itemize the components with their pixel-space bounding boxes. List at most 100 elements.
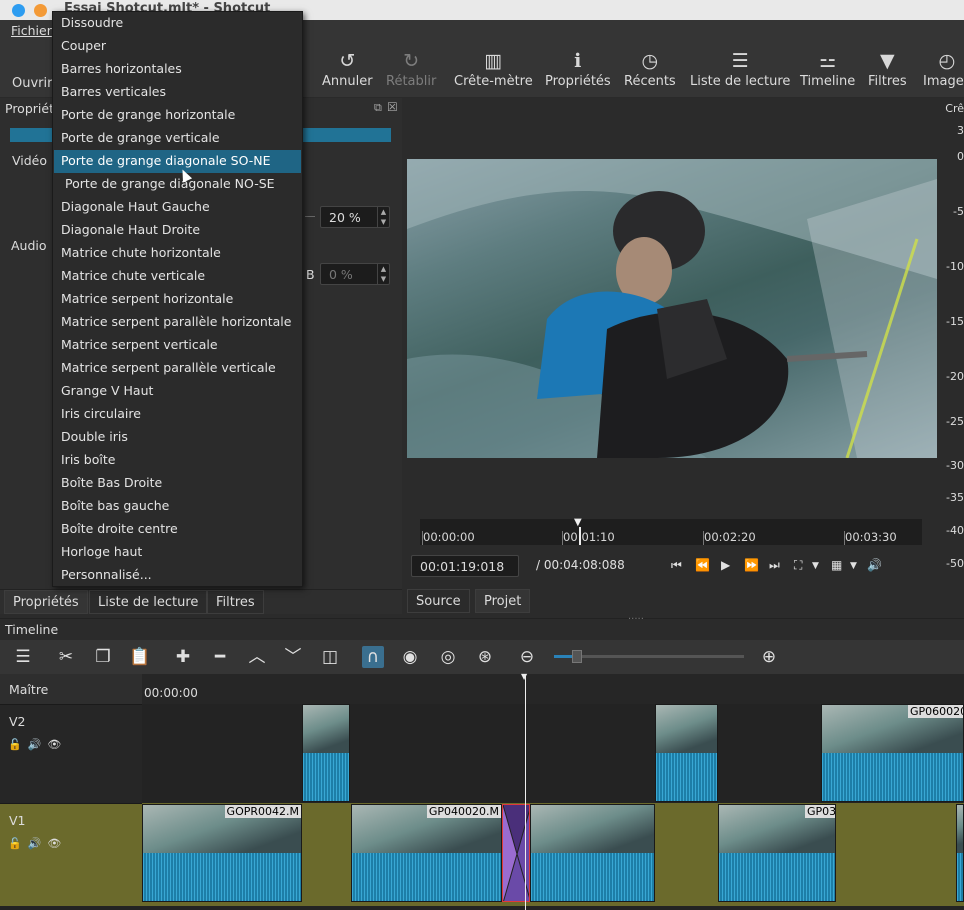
v2-clip[interactable] <box>302 704 350 802</box>
redo-button[interactable]: ↻ Rétablir <box>386 48 436 89</box>
playlist-button[interactable]: ☰ Liste de lecture <box>690 48 790 89</box>
menu-item[interactable]: Couper <box>54 35 301 58</box>
undock-icon[interactable]: ⧉ <box>374 101 382 115</box>
v2-clip[interactable] <box>655 704 718 802</box>
rewind-icon[interactable]: ⏪ <box>695 558 710 572</box>
filters-button[interactable]: ▼ Filtres <box>868 48 907 89</box>
video-preview[interactable] <box>407 159 937 458</box>
undo-button[interactable]: ↺ Annuler <box>322 48 373 89</box>
lock-icon[interactable]: 🔓 <box>8 738 28 751</box>
zoom-fit-icon[interactable]: ⛶ <box>794 558 802 573</box>
grid-icon[interactable]: ▦ <box>831 558 842 572</box>
menu-item[interactable]: Iris circulaire <box>54 403 301 426</box>
menu-item[interactable]: Personnalisé... <box>54 564 301 587</box>
softness-slider[interactable] <box>305 216 315 217</box>
menu-item[interactable]: Horloge haut <box>54 541 301 564</box>
menu-item[interactable]: Boîte droite centre <box>54 518 301 541</box>
spin-arrows-icon[interactable]: ▲ ▼ <box>377 207 389 227</box>
time-ruler[interactable] <box>142 674 964 704</box>
menu-item[interactable]: Matrice serpent horizontale <box>54 288 301 311</box>
menu-item[interactable]: Boîte Bas Droite <box>54 472 301 495</box>
zoom-knob[interactable] <box>571 650 582 663</box>
recent-button[interactable]: ◷ Récents <box>624 48 676 89</box>
menu-item[interactable]: Diagonale Haut Gauche <box>54 196 301 219</box>
tab-playlist[interactable]: Liste de lecture <box>89 590 208 614</box>
menu-item[interactable]: Matrice chute verticale <box>54 265 301 288</box>
close-window-button[interactable] <box>12 4 25 17</box>
spin-arrows-icon[interactable]: ▲ ▼ <box>377 264 389 284</box>
playhead-marker-icon[interactable]: ▼ <box>521 672 527 681</box>
ripple-all-icon[interactable]: ⊛ <box>474 646 496 668</box>
mute-icon[interactable]: 🔊 <box>28 738 48 751</box>
timeline-tracks[interactable]: 00:00:00 GP060020 GOPR0042.M GP040020.M … <box>0 672 964 910</box>
close-icon[interactable]: ☒ <box>387 100 398 114</box>
lift-icon[interactable]: ︿ <box>246 646 268 668</box>
overwrite-icon[interactable]: ﹀ <box>282 646 304 668</box>
tab-project[interactable]: Projet <box>475 589 531 613</box>
v1-clip[interactable] <box>530 804 655 902</box>
player-scrubber[interactable]: 00:00:00 00:01:10 00:02:20 00:03:30 ▼ <box>420 518 922 545</box>
zoom-in-icon[interactable]: ⊕ <box>758 646 780 668</box>
track-header-v2[interactable]: V2 🔓🔊👁 <box>0 704 142 803</box>
snap-icon[interactable]: ∩ <box>362 646 384 668</box>
softness-spinbox[interactable]: 20 % ▲ ▼ <box>320 206 390 228</box>
scrub-icon[interactable]: ◉ <box>399 646 421 668</box>
v1-clip[interactable] <box>956 804 964 902</box>
fast-forward-icon[interactable]: ⏩ <box>744 558 759 572</box>
menu-item[interactable]: Porte de grange verticale <box>54 127 301 150</box>
paste-icon[interactable]: 📋 <box>129 646 151 668</box>
menu-item[interactable]: Iris boîte <box>54 449 301 472</box>
menu-item[interactable]: Porte de grange diagonale NO-SE <box>54 173 301 196</box>
timeline-button[interactable]: ⚍ Timeline <box>800 48 855 89</box>
split-icon[interactable]: ◫ <box>319 646 341 668</box>
mute-icon[interactable]: 🔊 <box>28 837 48 850</box>
ripple-icon[interactable]: ◎ <box>437 646 459 668</box>
lock-icon[interactable]: 🔓 <box>8 837 28 850</box>
menu-item[interactable]: Diagonale Haut Droite <box>54 219 301 242</box>
append-icon[interactable]: ✚ <box>172 646 194 668</box>
zoom-slider[interactable] <box>554 650 744 663</box>
menu-item[interactable]: Barres verticales <box>54 81 301 104</box>
play-icon[interactable]: ▶ <box>721 558 730 572</box>
tab-filters[interactable]: Filtres <box>207 590 264 614</box>
zoom-out-icon[interactable]: ⊖ <box>516 646 538 668</box>
skip-end-icon[interactable]: ⏭ <box>769 558 780 573</box>
menu-item[interactable]: Grange V Haut <box>54 380 301 403</box>
eye-icon[interactable]: 👁 <box>47 738 67 751</box>
minimize-window-button[interactable] <box>34 4 47 17</box>
menu-item[interactable]: Boîte bas gauche <box>54 495 301 518</box>
menu-item[interactable]: Matrice chute horizontale <box>54 242 301 265</box>
menu-item[interactable]: Porte de grange diagonale SO-NE <box>54 150 301 173</box>
remove-icon[interactable]: ━ <box>209 646 231 668</box>
tab-properties[interactable]: Propriétés <box>4 590 88 614</box>
v1-clip[interactable]: GOPR0042.M <box>142 804 302 902</box>
eye-icon[interactable]: 👁 <box>47 837 67 850</box>
v1-clip[interactable]: GP03 <box>718 804 836 902</box>
keyframes-button[interactable]: ◴ Images <box>923 48 964 89</box>
menu-item[interactable]: Matrice serpent verticale <box>54 334 301 357</box>
b-spinbox[interactable]: 0 % ▲ ▼ <box>320 263 390 285</box>
copy-icon[interactable]: ❐ <box>92 646 114 668</box>
volume-icon[interactable]: 🔊 <box>867 558 882 572</box>
cut-icon[interactable]: ✂ <box>55 646 77 668</box>
track-header-v1[interactable]: V1 🔓🔊👁 <box>0 803 142 906</box>
current-time-field[interactable]: 00:01:19:018 <box>411 555 519 577</box>
v1-clip[interactable]: GP040020.M <box>351 804 502 902</box>
chevron-down-icon[interactable]: ▼ <box>812 561 819 571</box>
skip-start-icon[interactable]: ⏮ <box>671 558 682 573</box>
splitter-handle-icon[interactable]: ····· <box>628 614 644 625</box>
menu-item[interactable]: Barres horizontales <box>54 58 301 81</box>
open-button[interactable]: Ouvrir <box>12 76 52 91</box>
properties-button[interactable]: ℹ Propriétés <box>545 48 611 89</box>
menu-item[interactable]: Double iris <box>54 426 301 449</box>
menu-file[interactable]: Fichier <box>11 23 52 38</box>
v2-clip[interactable]: GP060020 <box>821 704 964 802</box>
menu-item[interactable]: Dissoudre <box>54 12 301 35</box>
menu-item[interactable]: Porte de grange horizontale <box>54 104 301 127</box>
menu-icon[interactable]: ☰ <box>12 646 34 668</box>
tab-source[interactable]: Source <box>407 589 470 613</box>
menu-item[interactable]: Matrice serpent parallèle horizontale <box>54 311 301 334</box>
chevron-down-icon[interactable]: ▼ <box>850 561 857 571</box>
peak-meter-button[interactable]: ▥ Crête-mètre <box>454 48 533 89</box>
menu-item[interactable]: Matrice serpent parallèle verticale <box>54 357 301 380</box>
